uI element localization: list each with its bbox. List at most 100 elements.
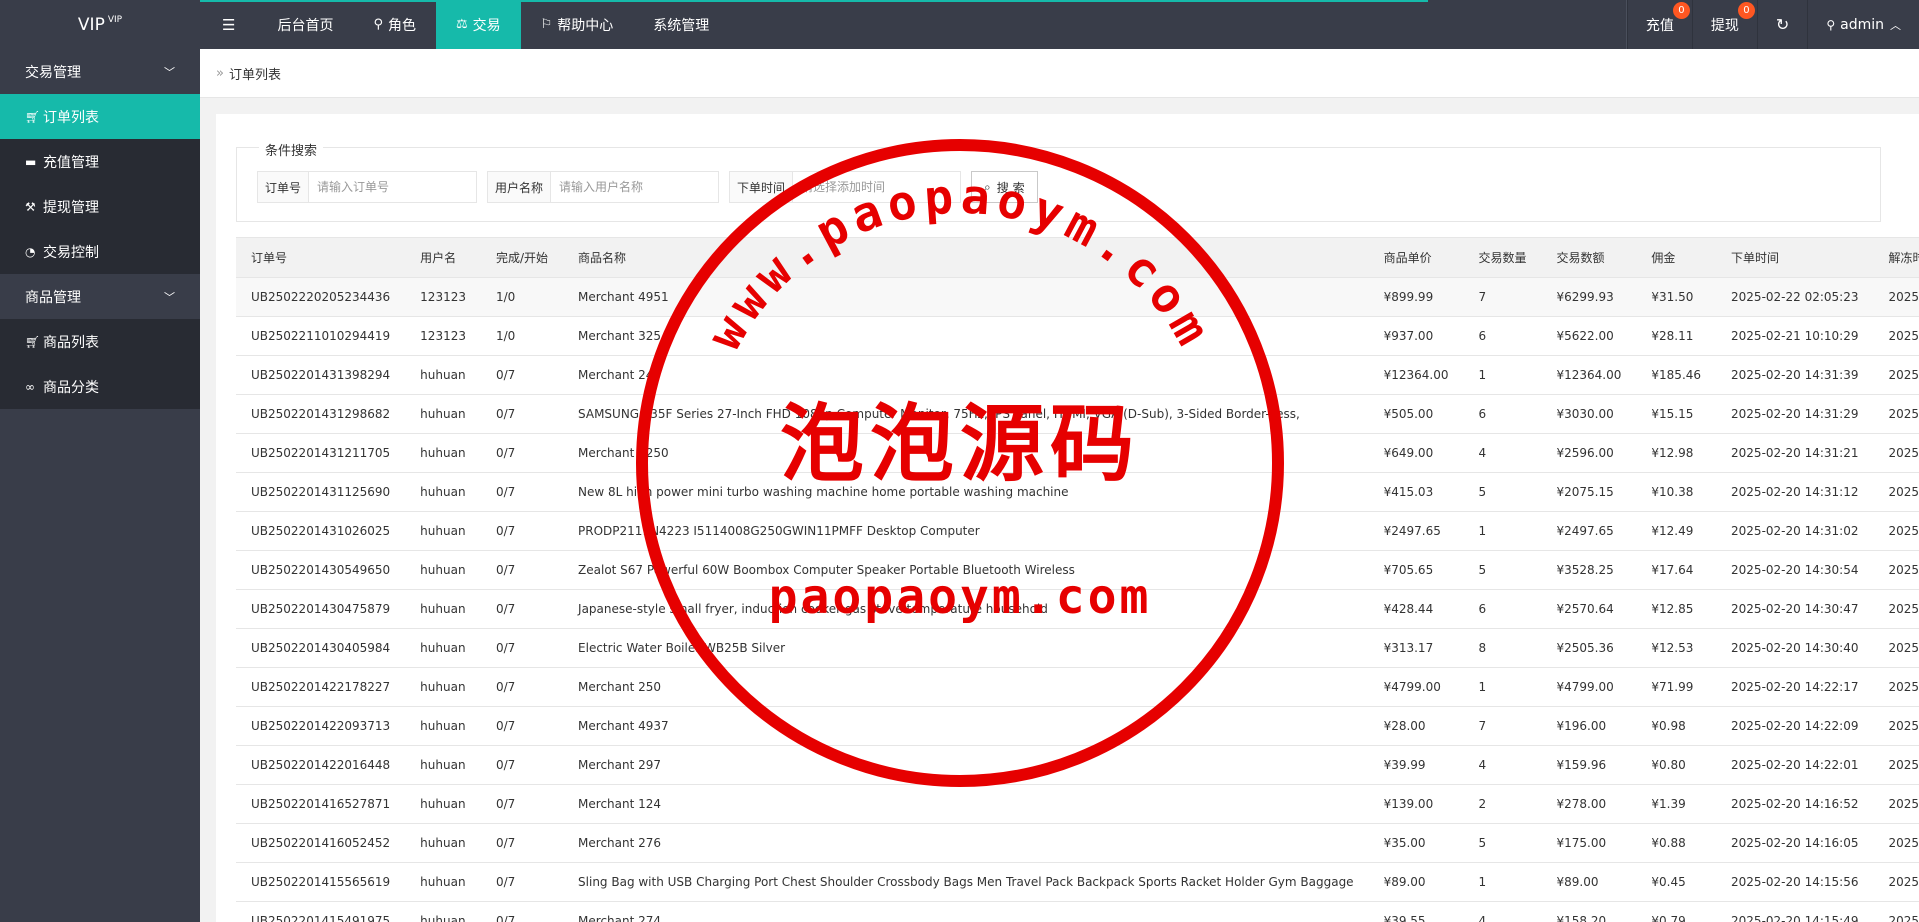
table-row[interactable]: UB2502201422178227 huhuan 0/7 Merchant 250 ¥… [236,667,1919,707]
table-row[interactable]: UB2502201416527871 huhuan 0/7 Merchant 124 ¥… [236,784,1919,824]
search-form: 订单号 用户名称 下单时间 ⌕ 搜 索 [257,171,1038,203]
table-cell: huhuan [405,433,481,473]
table-row[interactable]: UB2502201415491975 huhuan 0/7 Merchant 274 ¥… [236,901,1919,922]
username-input[interactable] [551,171,720,203]
sidebar-item-trade-control[interactable]: ◔ 交易控制 [0,229,200,274]
table-cell: huhuan [405,355,481,395]
sidebar: 交易管理 ﹀ 🛒︎ 订单列表 ▬ 充值管理 ⚒ 提现管理 ◔ 交易控制 商品管理 ﹀ 🛒… [0,49,200,922]
sidebar-item-label: 订单列表 [43,109,99,126]
table-cell: ¥2505.36 [1541,628,1637,668]
table-cell: Merchant 276 [563,823,1369,863]
table-cell: huhuan [405,628,481,668]
table-cell: 2025-02-20 14:22:01 [1716,745,1874,785]
table-cell: UB2502201416527871 [236,784,406,824]
column-header[interactable]: 下单时间 [1716,238,1874,278]
menu-toggle-button[interactable]: ☰ [200,0,257,49]
sidebar-item-label: 商品分类 [43,379,99,396]
column-header[interactable]: 解冻时间 [1873,238,1919,278]
table-cell: 0/7 [480,901,564,922]
column-header[interactable]: 交易数量 [1463,238,1542,278]
withdraw-badge: 0 [1737,2,1755,19]
table-cell: 4 [1463,745,1542,785]
table-row[interactable]: UB2502201431211705 huhuan 0/7 Merchant 1250… [236,433,1919,473]
withdraw-button[interactable]: 提现 0 [1691,0,1757,49]
sidebar-item-recharge[interactable]: ▬ 充值管理 [0,139,200,184]
column-header[interactable]: 佣金 [1636,238,1717,278]
user-menu[interactable]: ⚲ admin ︿ [1807,0,1919,49]
table-row[interactable]: UB2502201422016448 huhuan 0/7 Merchant 297 ¥… [236,745,1919,785]
sidebar-item-orders[interactable]: 🛒︎ 订单列表 [0,94,200,139]
table-cell: UB2502201431398294 [236,355,406,395]
table-row[interactable]: UB2502201430405984 huhuan 0/7 Electric Wate… [236,628,1919,668]
table-cell: 0/7 [480,550,564,590]
table-cell: 0/7 [480,511,564,551]
table-cell: Merchant 250 [563,667,1369,707]
column-header[interactable]: 交易数额 [1541,238,1637,278]
chevron-down-icon: ﹀ [164,65,175,79]
table-row[interactable]: UB2502201415565619 huhuan 0/7 Sling Bag wit… [236,862,1919,902]
table-cell: 1/0 [480,316,564,356]
table-cell: ¥4799.00 [1368,667,1464,707]
sidebar-item-withdraw[interactable]: ⚒ 提现管理 [0,184,200,229]
nav-home[interactable]: 后台首页 [257,0,353,49]
nav-trade[interactable]: ⚖ 交易 [435,0,521,49]
table-cell: ¥428.44 [1368,589,1464,629]
table-row[interactable]: UB2502201430475879 huhuan 0/7 Japanese-styl… [236,589,1919,629]
logo[interactable]: VIP VIP [0,0,200,49]
table-cell: 2025-02-20 14:15:49 [1873,901,1919,922]
nav-system[interactable]: 系统管理 [633,0,729,49]
table-cell: ¥5622.00 [1541,316,1637,356]
nav-help-label: 帮助中心 [557,17,614,34]
table-row[interactable]: UB2502211010294419 123123 1/0 Merchant 325 ¥… [236,316,1919,356]
table-row[interactable]: UB2502201430549650 huhuan 0/7 Zealot S67 Po… [236,550,1919,590]
column-header[interactable]: 商品单价 [1368,238,1464,278]
search-button-label: 搜 索 [996,180,1025,195]
search-button[interactable]: ⌕ 搜 索 [971,171,1038,203]
sidebar-group-goods[interactable]: 商品管理 ﹀ [0,274,200,319]
refresh-button[interactable]: ↻ [1756,0,1807,49]
table-cell: 2025-02-20 14:31:21 [1716,433,1874,473]
table-cell: 4 [1463,433,1542,473]
chevron-down-icon: ﹀ [164,290,175,304]
table-row[interactable]: UB2502201422093713 huhuan 0/7 Merchant 4937… [236,706,1919,746]
table-cell: 2025-02-21 10:10:29 [1873,316,1919,356]
order-time-input[interactable] [793,171,962,203]
table-row[interactable]: UB2502201431298682 huhuan 0/7 SAMSUNG T35F … [236,394,1919,434]
table-cell: ¥0.45 [1636,862,1717,902]
table-cell: ¥278.00 [1541,784,1637,824]
table-cell: UB2502201416052452 [236,823,406,863]
top-header: VIP VIP ☰ 后台首页 ⚲ 角色 ⚖ 交易 ⚐ 帮助中心 系统管理 充值 0 提现… [0,0,1919,49]
table-cell: 2025-02-20 14:30:40 [1873,628,1919,668]
recharge-button[interactable]: 充值 0 [1626,0,1692,49]
sidebar-item-goods-list[interactable]: 🛒︎ 商品列表 [0,319,200,364]
table-cell: ¥0.98 [1636,706,1717,746]
table-cell: 0/7 [480,589,564,629]
column-header[interactable]: 订单号 [236,238,406,278]
column-header[interactable]: 完成/开始 [480,238,564,278]
table-cell: ¥12.85 [1636,589,1717,629]
table-cell: ¥39.55 [1368,901,1464,922]
table-cell: 2025-02-20 14:15:56 [1716,862,1874,902]
table-cell: 1 [1463,355,1542,395]
table-cell: Electric Water Boiler WB25B Silver [563,628,1369,668]
table-row[interactable]: UB2502201431398294 huhuan 0/7 Merchant 247 ¥… [236,355,1919,395]
table-row[interactable]: UB2502201416052452 huhuan 0/7 Merchant 276 ¥… [236,823,1919,863]
breadcrumb-current[interactable]: 订单列表 [229,64,281,83]
table-cell: Merchant 1250 [563,433,1369,473]
sidebar-item-goods-category[interactable]: ∞ 商品分类 [0,364,200,409]
order-number-input[interactable] [309,171,478,203]
sidebar-group-trade[interactable]: 交易管理 ﹀ [0,49,200,94]
table-cell: 6 [1463,316,1542,356]
table-row[interactable]: UB2502201431125690 huhuan 0/7 New 8L high p… [236,472,1919,512]
column-header[interactable]: 商品名称 [563,238,1369,278]
orders-table-wrapper[interactable]: 订单号用户名完成/开始商品名称商品单价交易数量交易数额佣金下单时间解冻时间 UB… [236,237,1919,922]
table-row[interactable]: UB2502220205234436 123123 1/0 Merchant 4951… [236,277,1919,317]
sidebar-item-label: 充值管理 [43,154,99,171]
column-header[interactable]: 用户名 [405,238,481,278]
table-row[interactable]: UB2502201431026025 huhuan 0/7 PRODP2111N422… [236,511,1919,551]
table-cell: 2025-02-20 14:16:52 [1716,784,1874,824]
table-cell: ¥0.80 [1636,745,1717,785]
nav-help[interactable]: ⚐ 帮助中心 [521,0,634,49]
nav-roles[interactable]: ⚲ 角色 [353,0,436,49]
table-cell: UB2502201430475879 [236,589,406,629]
